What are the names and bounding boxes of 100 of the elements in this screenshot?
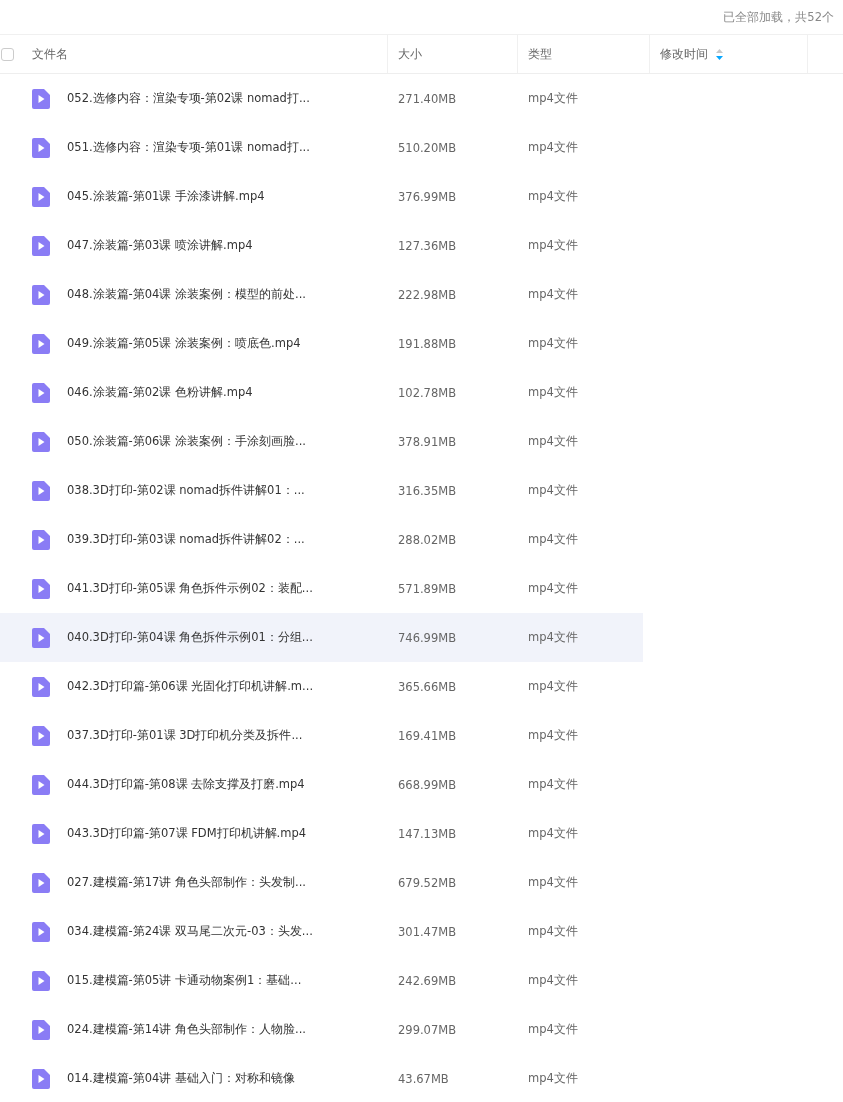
column-header[interactable]: 文件名 — [32, 45, 68, 63]
file-size: 510.20MB — [397, 140, 458, 155]
file-type: mp4文件 — [527, 581, 579, 596]
file-row[interactable]: 044.3D打印篇-第08课 去除支撑及打磨.mp4 668.99MB mp4文件 — [0, 760, 643, 809]
file-name[interactable]: 047.涂装篇-第03课 喷涂讲解.mp4 — [67, 238, 253, 253]
file-name[interactable]: 042.3D打印篇-第06课 光固化打印机讲解.m... — [67, 679, 314, 694]
file-row[interactable]: 037.3D打印-第01课 3D打印机分类及拆件... 169.41MB mp4文件 — [0, 711, 643, 760]
column-header[interactable]: 修改时间 — [660, 45, 708, 63]
file-size: 288.02MB — [397, 532, 458, 547]
video-file-icon — [32, 578, 50, 599]
file-row[interactable]: 039.3D打印-第03课 nomad拆件讲解02：... 288.02MB mp4文件 — [0, 515, 643, 564]
file-name[interactable]: 014.建模篇-第04讲 基础入门：对称和镜像 — [67, 1071, 296, 1086]
file-type: mp4文件 — [527, 630, 579, 645]
video-file-icon — [32, 235, 50, 256]
video-file-icon — [32, 774, 50, 795]
video-file-icon — [32, 333, 50, 354]
file-type: mp4文件 — [527, 973, 579, 988]
video-file-icon — [32, 970, 50, 991]
file-name[interactable]: 052.选修内容：渲染专项-第02课 nomad打... — [67, 91, 310, 106]
video-file-icon — [32, 1019, 50, 1040]
file-row[interactable]: 041.3D打印-第05课 角色拆件示例02：装配... 571.89MB mp4文件 — [0, 564, 643, 613]
file-name[interactable]: 027.建模篇-第17讲 角色头部制作：头发制... — [67, 875, 306, 890]
file-row[interactable]: 014.建模篇-第04讲 基础入门：对称和镜像 43.67MB mp4文件 — [0, 1054, 643, 1102]
video-file-icon — [32, 284, 50, 305]
file-type: mp4文件 — [527, 1022, 579, 1037]
file-name[interactable]: 048.涂装篇-第04课 涂装案例：模型的前处... — [67, 287, 306, 302]
file-size: 378.91MB — [397, 434, 458, 449]
video-file-icon — [32, 725, 50, 746]
file-name[interactable]: 037.3D打印-第01课 3D打印机分类及拆件... — [67, 728, 303, 743]
file-row[interactable]: 042.3D打印篇-第06课 光固化打印机讲解.m... 365.66MB mp4文件 — [0, 662, 643, 711]
file-name[interactable]: 038.3D打印-第02课 nomad拆件讲解01：... — [67, 483, 305, 498]
file-size: 271.40MB — [397, 91, 458, 106]
video-file-icon — [32, 186, 50, 207]
file-row[interactable]: 024.建模篇-第14讲 角色头部制作：人物脸... 299.07MB mp4文件 — [0, 1005, 643, 1054]
file-row[interactable]: 050.涂装篇-第06课 涂装案例：手涂刻画脸... 378.91MB mp4文件 — [0, 417, 643, 466]
load-status: 已全部加载，共52个 — [723, 9, 834, 25]
file-name[interactable]: 041.3D打印-第05课 角色拆件示例02：装配... — [67, 581, 313, 596]
video-file-icon — [32, 88, 50, 109]
file-name[interactable]: 050.涂装篇-第06课 涂装案例：手涂刻画脸... — [67, 434, 306, 449]
file-name[interactable]: 049.涂装篇-第05课 涂装案例：喷底色.mp4 — [67, 336, 301, 351]
video-file-icon — [32, 137, 50, 158]
file-type: mp4文件 — [527, 434, 579, 449]
video-file-icon — [32, 627, 50, 648]
file-type: mp4文件 — [527, 924, 579, 939]
file-row[interactable]: 043.3D打印篇-第07课 FDM打印机讲解.mp4 147.13MB mp4文件 — [0, 809, 643, 858]
file-row[interactable]: 034.建模篇-第24课 双马尾二次元-03：头发... 301.47MB mp4文件 — [0, 907, 643, 956]
video-file-icon — [32, 872, 50, 893]
file-size: 376.99MB — [397, 189, 458, 204]
select-all-checkbox[interactable] — [1, 47, 14, 61]
file-name[interactable]: 043.3D打印篇-第07课 FDM打印机讲解.mp4 — [67, 826, 307, 841]
file-row[interactable]: 045.涂装篇-第01课 手涂漆讲解.mp4 376.99MB mp4文件 — [0, 172, 643, 221]
file-size: 191.88MB — [397, 336, 458, 351]
file-type: mp4文件 — [527, 728, 579, 743]
sort-icon[interactable] — [716, 48, 723, 60]
file-size: 668.99MB — [397, 777, 458, 792]
file-size: 147.13MB — [397, 826, 458, 841]
file-name[interactable]: 040.3D打印-第04课 角色拆件示例01：分组... — [67, 630, 313, 645]
file-type: mp4文件 — [527, 336, 579, 351]
file-row[interactable]: 027.建模篇-第17讲 角色头部制作：头发制... 679.52MB mp4文件 — [0, 858, 643, 907]
video-file-icon — [32, 676, 50, 697]
file-row[interactable]: 049.涂装篇-第05课 涂装案例：喷底色.mp4 191.88MB mp4文件 — [0, 319, 643, 368]
file-name[interactable]: 051.选修内容：渲染专项-第01课 nomad打... — [67, 140, 310, 155]
column-header[interactable]: 类型 — [528, 45, 552, 63]
video-file-icon — [32, 431, 50, 452]
video-file-icon — [32, 382, 50, 403]
file-type: mp4文件 — [527, 385, 579, 400]
file-size: 316.35MB — [397, 483, 458, 498]
file-size: 299.07MB — [397, 1022, 458, 1037]
file-name[interactable]: 039.3D打印-第03课 nomad拆件讲解02：... — [67, 532, 305, 547]
file-row[interactable]: 046.涂装篇-第02课 色粉讲解.mp4 102.78MB mp4文件 — [0, 368, 643, 417]
file-size: 679.52MB — [397, 875, 458, 890]
file-name[interactable]: 034.建模篇-第24课 双马尾二次元-03：头发... — [67, 924, 313, 939]
file-row[interactable]: 052.选修内容：渲染专项-第02课 nomad打... 271.40MB mp4文件 — [0, 74, 643, 123]
file-name[interactable]: 024.建模篇-第14讲 角色头部制作：人物脸... — [67, 1022, 306, 1037]
file-row[interactable]: 048.涂装篇-第04课 涂装案例：模型的前处... 222.98MB mp4文件 — [0, 270, 643, 319]
file-type: mp4文件 — [527, 875, 579, 890]
file-row[interactable]: 051.选修内容：渲染专项-第01课 nomad打... 510.20MB mp4文件 — [0, 123, 643, 172]
file-row[interactable]: 040.3D打印-第04课 角色拆件示例01：分组... 746.99MB mp4文件 — [0, 613, 643, 662]
file-name[interactable]: 045.涂装篇-第01课 手涂漆讲解.mp4 — [67, 189, 265, 204]
file-row[interactable]: 047.涂装篇-第03课 喷涂讲解.mp4 127.36MB mp4文件 — [0, 221, 643, 270]
file-type: mp4文件 — [527, 238, 579, 253]
video-file-icon — [32, 1068, 50, 1089]
file-type: mp4文件 — [527, 483, 579, 498]
column-header[interactable]: 大小 — [398, 45, 422, 63]
file-type: mp4文件 — [527, 826, 579, 841]
file-type: mp4文件 — [527, 140, 579, 155]
file-size: 43.67MB — [397, 1071, 450, 1086]
file-size: 301.47MB — [397, 924, 458, 939]
file-row[interactable]: 038.3D打印-第02课 nomad拆件讲解01：... 316.35MB mp4文件 — [0, 466, 643, 515]
video-file-icon — [32, 529, 50, 550]
video-file-icon — [32, 921, 50, 942]
file-name[interactable]: 046.涂装篇-第02课 色粉讲解.mp4 — [67, 385, 253, 400]
file-type: mp4文件 — [527, 91, 579, 106]
file-type: mp4文件 — [527, 1071, 579, 1086]
file-size: 127.36MB — [397, 238, 458, 253]
file-type: mp4文件 — [527, 189, 579, 204]
file-name[interactable]: 044.3D打印篇-第08课 去除支撑及打磨.mp4 — [67, 777, 305, 792]
file-size: 746.99MB — [397, 630, 458, 645]
file-row[interactable]: 015.建模篇-第05讲 卡通动物案例1：基础... 242.69MB mp4文件 — [0, 956, 643, 1005]
file-name[interactable]: 015.建模篇-第05讲 卡通动物案例1：基础... — [67, 973, 302, 988]
